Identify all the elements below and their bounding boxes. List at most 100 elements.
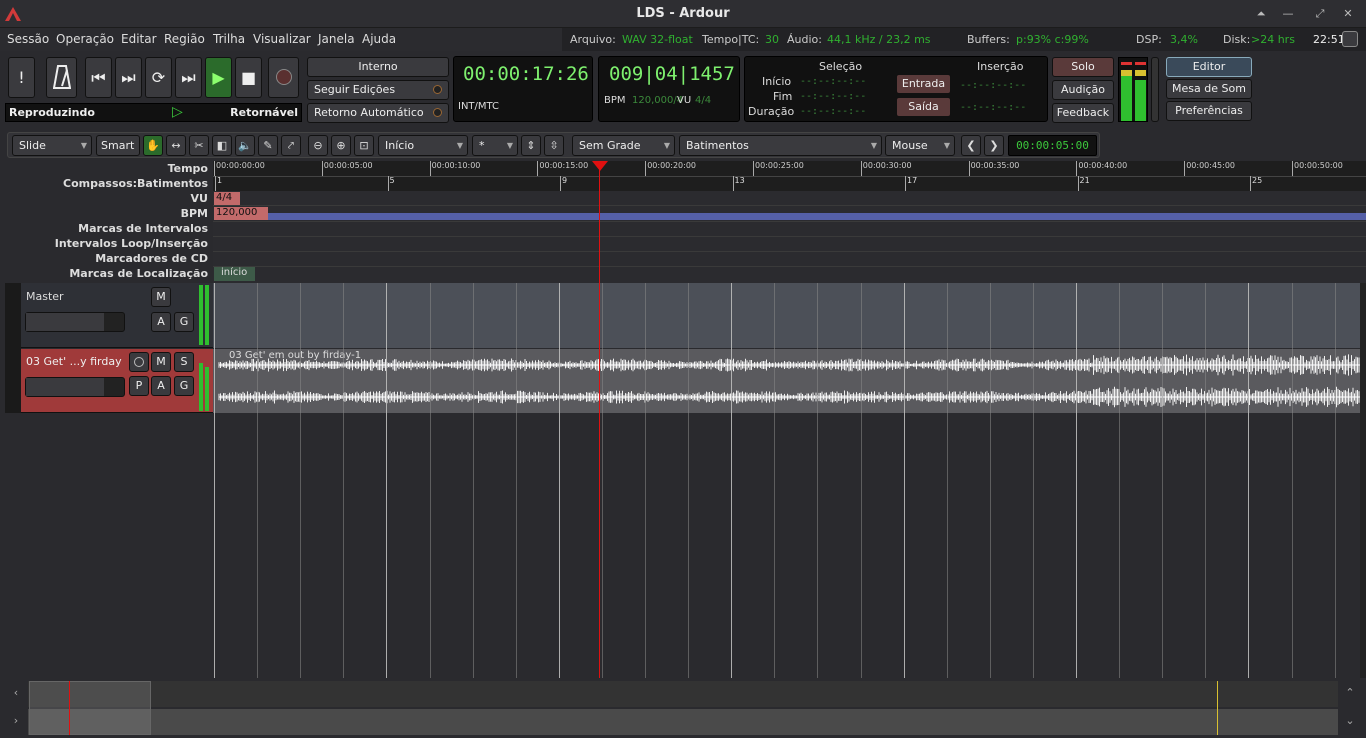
close-icon[interactable]: ✕ [1338,4,1358,24]
ruler-label-meter[interactable]: VU [191,192,208,205]
track-group-tab[interactable] [5,283,21,413]
panic-button[interactable]: ! [8,57,35,98]
ruler-label-bpm[interactable]: BPM [181,207,208,220]
summary-track-strip[interactable] [28,709,1338,735]
master-automation-button[interactable]: A [151,312,171,332]
ruler-label-location-markers[interactable]: Marcas de Localização [69,267,208,280]
rulers-area[interactable]: 00:00:00:00 00:00:05:00 00:00:10:00 00:00:1… [213,161,1366,283]
primary-clock[interactable]: 00:00:17:26 INT/MTC [453,56,593,122]
zoom-session-button[interactable]: ⊡ [354,135,374,156]
follow-edits-button[interactable]: Seguir Edições [307,80,449,100]
audition-tool-button[interactable]: 🔈 [235,135,255,156]
menu-janela[interactable]: Janela [318,32,355,46]
editor-window-button[interactable]: Editor [1166,57,1252,77]
preferences-window-button[interactable]: Preferências [1166,101,1252,121]
visible-tracks-select[interactable]: * ▼ [472,135,518,156]
shrink-tracks-button[interactable]: ⇕ [521,135,541,156]
insert-out-clock[interactable]: --:--:--:-- [960,102,1026,113]
menu-editar[interactable]: Editar [121,32,157,46]
zoom-in-button[interactable]: ⊕ [331,135,351,156]
saida-button[interactable]: Saída [896,97,951,117]
audio-track-lane[interactable]: 03 Get' em out by firday-1 [213,349,1360,413]
sel-start-clock[interactable]: --:--:--:-- [800,76,866,87]
summary-scroll-down-icon[interactable]: ⌄ [1342,710,1358,732]
audio-solo-button[interactable]: S [174,352,194,372]
audio-fader[interactable] [25,377,125,397]
master-track-lane[interactable] [213,283,1360,348]
meter-ruler[interactable] [213,191,1366,206]
bbt-ruler[interactable] [213,176,1366,191]
audio-automation-button[interactable]: A [151,376,171,396]
sel-end-clock[interactable]: --:--:--:-- [800,91,866,102]
loop-button[interactable]: ⟳ [145,57,172,98]
audition-button[interactable]: Audição [1052,80,1114,100]
summary-overview[interactable] [28,681,1338,707]
nudge-clock[interactable]: 00:00:05:00 [1008,135,1097,156]
range-tool-button[interactable]: ↔ [166,135,186,156]
zoom-focus-select[interactable]: Início ▼ [378,135,468,156]
nudge-backward-button[interactable]: ❮ [961,135,981,156]
audio-region[interactable]: 03 Get' em out by firday-1 [213,349,1360,413]
snap-mode-select[interactable]: Sem Grade ▼ [572,135,675,156]
grab-tool-button[interactable]: ✋ [143,135,163,156]
audio-track-header[interactable]: 03 Get' ...y firday M S P A G [21,349,213,413]
menu-operacao[interactable]: Operação [56,32,114,46]
master-track-name[interactable]: Master [26,290,64,303]
maximize-icon[interactable]: ⤢ [1310,4,1330,24]
minimize-icon[interactable]: — [1278,4,1298,24]
cd-ruler[interactable] [213,251,1366,266]
ruler-label-tempo[interactable]: Tempo [168,162,208,175]
sel-duration-clock[interactable]: --:--:--:-- [800,106,866,117]
location-ruler[interactable] [213,266,1366,283]
summary-scroll-right-icon[interactable]: › [8,710,24,732]
solo-button[interactable]: Solo [1052,57,1114,77]
location-marker-start[interactable]: início [214,267,255,281]
auto-return-button[interactable]: Retorno Automático [307,103,449,123]
entrada-button[interactable]: Entrada [896,74,951,94]
tempo-curve[interactable] [268,213,1366,220]
menu-ajuda[interactable]: Ajuda [362,32,396,46]
metronome-button[interactable] [46,57,77,98]
feedback-button[interactable]: Feedback [1052,103,1114,123]
stop-button[interactable]: ■ [235,57,262,98]
edit-point-select[interactable]: Mouse ▼ [885,135,955,156]
menu-visualizar[interactable]: Visualizar [253,32,311,46]
summary-viewport[interactable] [29,681,151,735]
play-button[interactable]: ▶ [205,57,232,98]
audio-playlist-button[interactable]: P [129,376,149,396]
meter-marker[interactable]: 4/4 [214,192,240,205]
secondary-clock[interactable]: 009|04|1457 BPM 120,000/4 VU 4/4 [598,56,740,122]
shade-icon[interactable]: ⏶ [1251,4,1271,24]
playhead-line[interactable] [599,283,600,678]
insert-in-clock[interactable]: --:--:--:-- [960,80,1026,91]
master-mute-button[interactable]: M [151,287,171,307]
master-fader[interactable] [25,312,125,332]
record-button[interactable] [268,57,299,98]
playhead-marker-icon[interactable] [592,161,608,171]
ruler-label-loop-punch[interactable]: Intervalos Loop/Inserção [55,237,208,250]
menu-trilha[interactable]: Trilha [213,32,245,46]
menu-sessao[interactable]: Sessão [7,32,49,46]
cut-tool-button[interactable]: ✂ [189,135,209,156]
status-config-button[interactable] [1342,31,1358,47]
vertical-scrollbar[interactable] [1360,283,1366,678]
audio-record-arm-button[interactable] [129,352,149,372]
editor-canvas[interactable]: 03 Get' em out by firday-1 [213,283,1360,678]
stretch-tool-button[interactable]: ◧ [212,135,232,156]
summary-scroll-left-icon[interactable]: ‹ [8,682,24,704]
draw-tool-button[interactable]: ✎ [258,135,278,156]
internal-edit-tool-button[interactable]: ⤤ [281,135,301,156]
audio-mute-button[interactable]: M [151,352,171,372]
mixer-window-button[interactable]: Mesa de Som [1166,79,1252,99]
audio-group-button[interactable]: G [174,376,194,396]
meter-scroll-handle[interactable] [1151,57,1159,122]
nudge-forward-button[interactable]: ❯ [984,135,1004,156]
edit-mode-select[interactable]: Slide ▼ [12,135,92,156]
expand-tracks-button[interactable]: ⇳ [544,135,564,156]
menu-regiao[interactable]: Região [164,32,205,46]
tempo-marker[interactable]: 120,000 [214,207,268,220]
ruler-label-bbt[interactable]: Compassos:Batimentos [63,177,208,190]
grid-type-select[interactable]: Batimentos ▼ [679,135,882,156]
master-group-button[interactable]: G [174,312,194,332]
internal-sync-button[interactable]: Interno [307,57,449,77]
